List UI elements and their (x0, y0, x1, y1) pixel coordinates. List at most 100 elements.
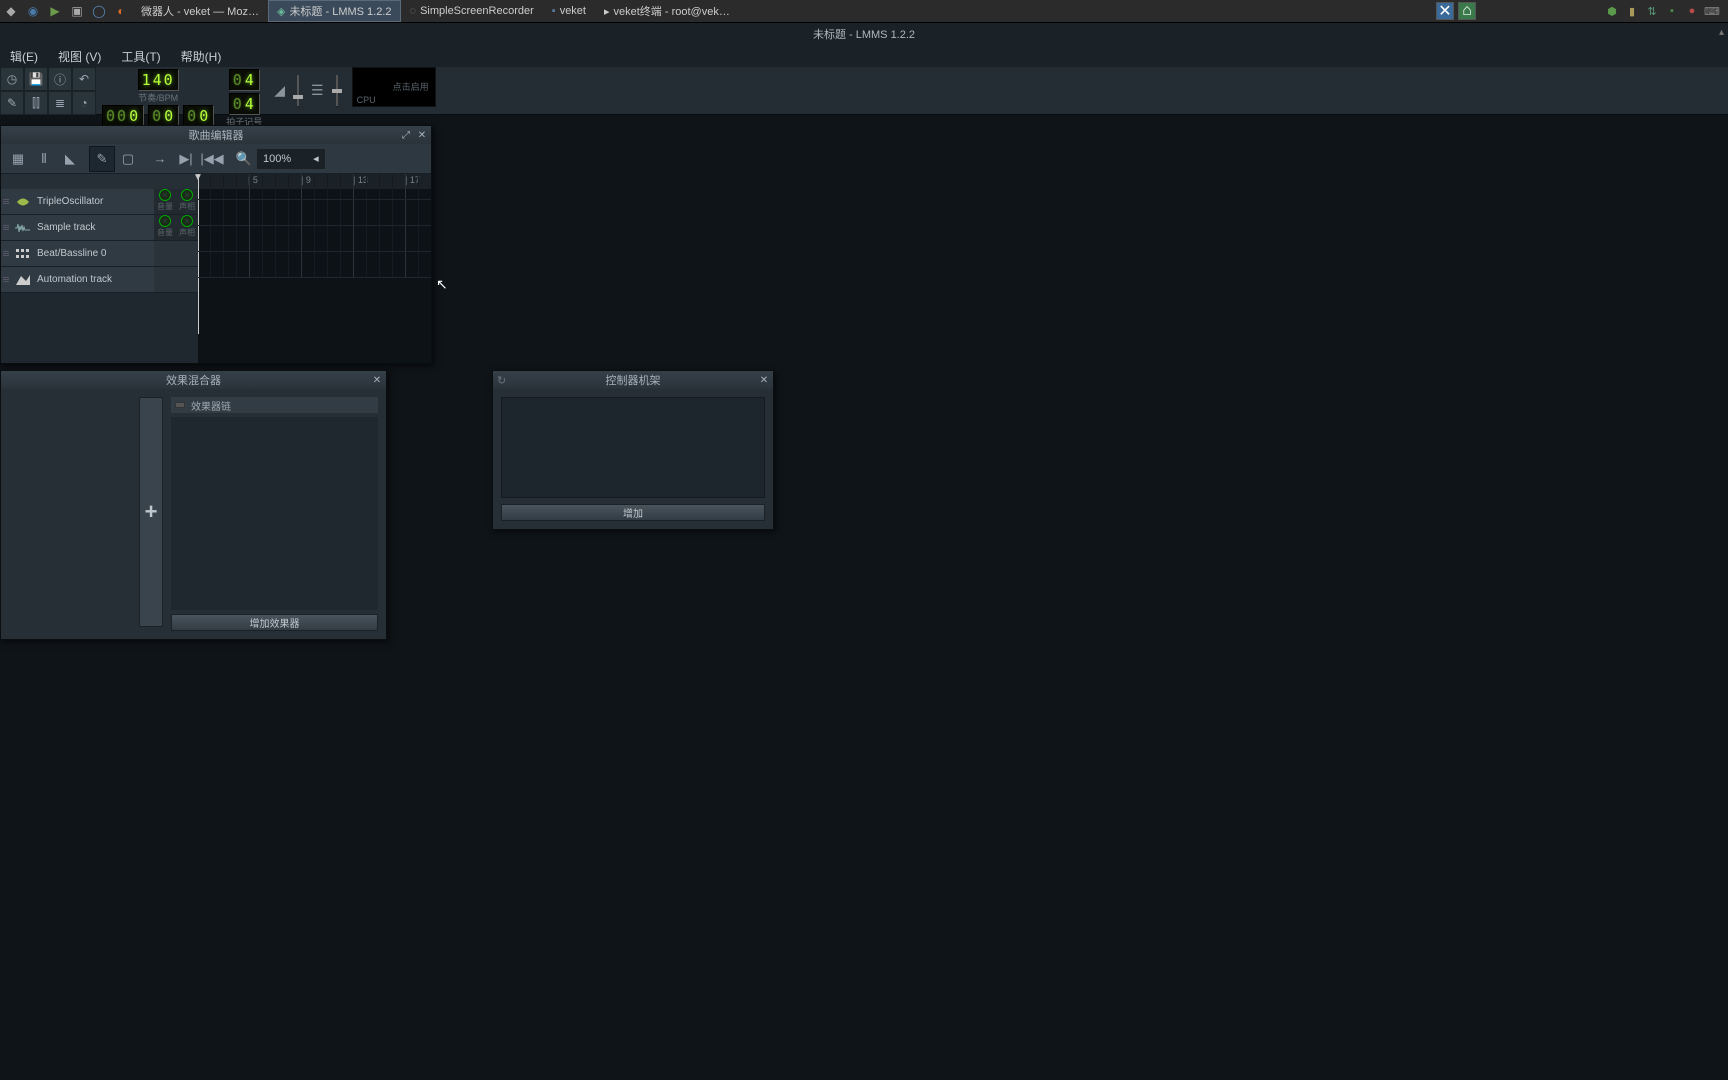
ms-display[interactable]: 00 (183, 105, 214, 127)
fx-chain-led[interactable] (175, 402, 185, 408)
menu-edit[interactable]: 辑(E) (0, 46, 48, 67)
song-editor-toolbar: ▦ ⫴ ◣ ✎ ▢ → ▶| |◀◀ 🔍 100%◂ (1, 144, 431, 174)
system-tray: ✕ ⌂ ⬢ ▮ ⇅ ▪ ● ⌨ (1436, 2, 1728, 20)
mixer-button[interactable]: ⫿⫿ (24, 91, 48, 115)
play-icon[interactable]: ▶ (44, 0, 66, 22)
save-button[interactable]: 💾 (24, 67, 48, 91)
record-button[interactable]: ⫴ (31, 146, 57, 172)
track-row[interactable]: Beat/Bassline 0 (1, 241, 198, 267)
notes-button[interactable]: ≣ (48, 91, 72, 115)
track-label[interactable]: Automation track (35, 274, 154, 285)
fx-chain-area[interactable] (171, 417, 378, 610)
next-button[interactable]: ▶| (173, 146, 199, 172)
beat-icon[interactable] (14, 245, 32, 263)
volume-knob[interactable] (159, 215, 171, 227)
taskbar-item-ssr[interactable]: ◌SimpleScreenRecorder (401, 0, 543, 22)
tsig-num[interactable]: 04 (229, 69, 260, 91)
pan-knob[interactable] (181, 189, 193, 201)
workspace-2[interactable]: ⌂ (1458, 2, 1476, 20)
track-label[interactable]: TripleOscillator (35, 196, 154, 207)
app-titlebar: 未标题 - LMMS 1.2.2 ▴ (0, 23, 1728, 45)
workspace-1[interactable]: ✕ (1436, 2, 1454, 20)
cpu-hint: 点击启用 (393, 80, 429, 93)
select-mode-button[interactable]: ▢ (115, 146, 141, 172)
system-taskbar: ◆ ◉ ▶ ▣ ◯ ◐ 微器人 - veket — Moz… ◈未标题 - LM… (0, 0, 1728, 23)
song-editor-titlebar[interactable]: 歌曲编辑器 ⤢✕ (1, 126, 431, 144)
close-icon[interactable]: ✕ (757, 373, 771, 387)
add-controller-button[interactable]: 增加 (501, 504, 765, 521)
track-row[interactable]: Sample track 音量声相 (1, 215, 198, 241)
terminal-icon[interactable]: ▣ (66, 0, 88, 22)
zoom-dropdown[interactable]: 100%◂ (257, 149, 325, 169)
zoom-icon[interactable]: 🔍 (231, 146, 257, 172)
volume-knob[interactable] (159, 189, 171, 201)
controller-rack-title: 控制器机架 (606, 372, 661, 388)
track-grip[interactable] (1, 197, 11, 206)
track-label[interactable]: Sample track (35, 222, 154, 233)
controller-rack-titlebar[interactable]: ↻ 控制器机架 ✕ (493, 371, 773, 389)
track-grip[interactable] (1, 223, 11, 232)
track-grip[interactable] (1, 249, 11, 258)
close-icon[interactable]: ✕ (415, 128, 429, 142)
maximize-icon[interactable]: ⤢ (399, 128, 413, 142)
globe-icon[interactable]: ◉ (22, 0, 44, 22)
new-button[interactable]: ◷ (0, 67, 24, 91)
track-row[interactable]: Automation track (1, 267, 198, 293)
refresh-icon[interactable]: ↻ (497, 374, 506, 387)
minimize-icon[interactable]: ▴ (1719, 27, 1724, 38)
forward-button[interactable]: → (147, 146, 173, 172)
menu-view[interactable]: 视图 (V) (48, 46, 111, 67)
firefox-icon[interactable]: ◐ (110, 0, 132, 22)
cpu-meter[interactable]: 点击启用 CPU (352, 67, 436, 107)
clock-icon[interactable]: ● (1684, 3, 1700, 19)
network-icon[interactable]: ⇅ (1644, 3, 1660, 19)
keyboard-icon[interactable]: ⌨ (1704, 3, 1720, 19)
menu-tools[interactable]: 工具(T) (111, 46, 170, 67)
bpm-display[interactable]: 140 (138, 69, 179, 91)
fx-chain-header[interactable]: 效果器链 (171, 397, 378, 413)
menu-icon[interactable]: ◆ (0, 0, 22, 22)
taskbar-item-lmms[interactable]: ◈未标题 - LMMS 1.2.2 (268, 0, 401, 22)
taskbar-item-veket[interactable]: ▪veket (543, 0, 595, 22)
track-grip[interactable] (1, 275, 11, 284)
sample-icon[interactable] (14, 219, 32, 237)
fx-mixer-titlebar[interactable]: 效果混合器 ✕ (1, 371, 386, 389)
track-row[interactable]: TripleOscillator 音量声相 (1, 189, 198, 215)
volume-icon[interactable]: ▪ (1664, 3, 1680, 19)
tsig-den[interactable]: 04 (229, 93, 260, 115)
sec-display[interactable]: 00 (148, 105, 179, 127)
fx-chain-label: 效果器链 (191, 398, 231, 413)
instrument-icon[interactable] (14, 193, 32, 211)
shield-icon[interactable]: ⬢ (1604, 3, 1620, 19)
pen-button[interactable]: ✎ (0, 91, 24, 115)
play-button[interactable]: ▦ (5, 146, 31, 172)
pan-knob[interactable] (181, 215, 193, 227)
master-pitch-slider[interactable] (328, 71, 346, 111)
taskbar-item-terminal[interactable]: ▸veket终端 - root@vek… (595, 0, 739, 22)
master-pitch-icon: ☰ (311, 82, 324, 99)
controller-list[interactable] (501, 397, 765, 498)
info-button[interactable]: ⓘ (48, 67, 72, 91)
fx-mixer-title: 效果混合器 (166, 372, 221, 388)
bpm-label: 节奏/BPM (138, 91, 178, 104)
close-icon[interactable]: ✕ (370, 373, 384, 387)
battery-icon[interactable]: ▮ (1624, 3, 1640, 19)
add-channel-button[interactable]: + (139, 397, 163, 627)
draw-mode-button[interactable]: ✎ (89, 146, 115, 172)
undo-button[interactable]: ↶ (72, 67, 96, 91)
song-editor-title: 歌曲编辑器 (189, 127, 244, 143)
track-label[interactable]: Beat/Bassline 0 (35, 248, 154, 259)
add-effect-button[interactable]: 增加效果器 (171, 614, 378, 631)
min-display[interactable]: 000 (102, 105, 144, 127)
menu-help[interactable]: 帮助(H) (171, 46, 232, 67)
menubar: 辑(E) 视图 (V) 工具(T) 帮助(H) (0, 45, 1728, 67)
song-grid[interactable]: | 5 | 9 | 13 | 17 (198, 174, 431, 363)
knob-button[interactable]: ◔ (72, 91, 96, 115)
taskbar-item-browser[interactable]: 微器人 - veket — Moz… (132, 0, 268, 22)
rewind-button[interactable]: |◀◀ (199, 146, 225, 172)
master-volume-slider[interactable] (289, 71, 307, 111)
automation-icon[interactable] (14, 271, 32, 289)
browser-icon[interactable]: ◯ (88, 0, 110, 22)
stop-button[interactable]: ◣ (57, 146, 83, 172)
track-list: TripleOscillator 音量声相 Sample track 音量声相 … (1, 174, 198, 363)
